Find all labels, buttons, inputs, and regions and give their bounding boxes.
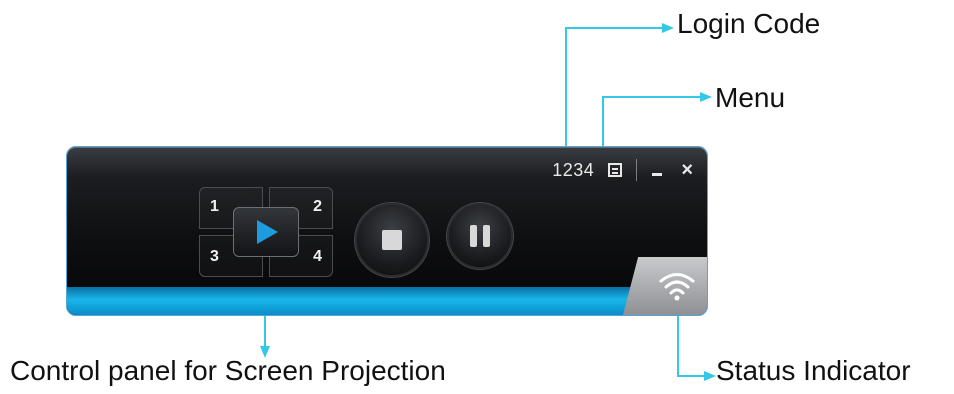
bottom-glow-bar — [67, 287, 707, 315]
menu-arrowhead — [700, 92, 712, 102]
status-indicator-label: Status Indicator — [716, 355, 911, 386]
quadrant-label: 1 — [210, 198, 219, 215]
title-separator — [636, 159, 638, 181]
stop-button[interactable] — [355, 203, 429, 277]
control-panel-label: Control panel for Screen Projection — [10, 355, 446, 386]
login-code-value: 1234 — [552, 159, 595, 180]
minimize-icon[interactable] — [651, 164, 663, 176]
menu-leader — [602, 96, 702, 146]
login-code-label: Login Code — [677, 8, 821, 39]
status-arrowhead — [704, 371, 716, 381]
close-icon[interactable]: × — [681, 160, 693, 180]
pause-button[interactable] — [447, 203, 513, 269]
control-pad: 1 2 3 4 — [199, 187, 333, 277]
login-code-arrowhead — [662, 23, 674, 33]
wifi-icon — [659, 273, 695, 301]
status-indicator — [623, 257, 707, 315]
quadrant-label: 4 — [313, 248, 322, 265]
title-bar: 1234 × — [552, 159, 693, 181]
quadrant-label: 3 — [210, 248, 219, 265]
menu-label: Menu — [715, 82, 786, 113]
pause-icon — [470, 225, 490, 247]
menu-icon[interactable] — [608, 163, 623, 177]
projection-widget: 1234 × 1 2 3 4 — [66, 146, 708, 316]
status-leader — [677, 312, 706, 377]
login-code-leader — [565, 27, 664, 146]
quadrant-label: 2 — [313, 198, 322, 215]
play-button[interactable] — [233, 207, 299, 257]
play-icon — [257, 220, 278, 244]
stop-icon — [382, 230, 402, 250]
